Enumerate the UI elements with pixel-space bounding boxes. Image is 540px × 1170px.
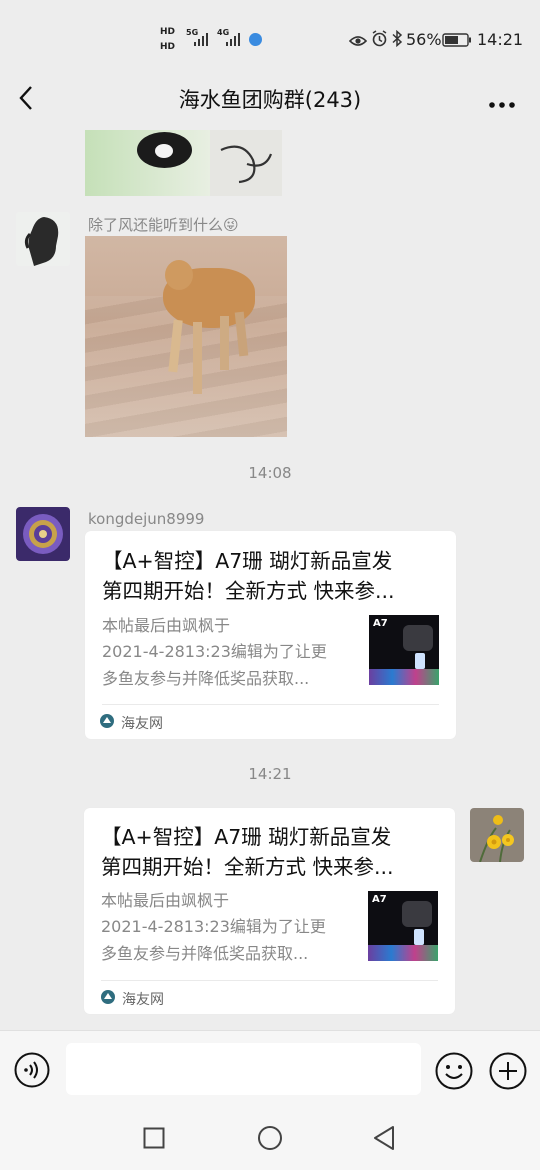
voice-icon [14, 1052, 50, 1088]
card-desc-line3: 多鱼友参与并降低奖品获取... [101, 944, 309, 963]
link-card[interactable]: 【A+智控】A7珊 瑚灯新品宣发 第四期开始！全新方式 快来参... 本帖最后由… [84, 808, 455, 1014]
sender-name: kongdejun8999 [88, 510, 205, 528]
card-title-line1: 【A+智控】A7珊 瑚灯新品宣发 [101, 825, 392, 849]
clock: 14:21 [477, 30, 524, 49]
image-caption: 除了风还能听到什么😜 [88, 216, 239, 234]
battery-percentage: 56% [406, 30, 442, 49]
card-desc-line2: 2021-4-2813:23编辑为了让更 [102, 642, 327, 661]
message-input[interactable] [66, 1043, 421, 1095]
app-notification-icon [249, 33, 262, 46]
dog-photo[interactable] [85, 236, 287, 437]
triangle-back-icon [374, 1126, 394, 1150]
chat-title: 海水鱼团购群(243) [178, 88, 362, 112]
system-back-button[interactable] [372, 1125, 396, 1151]
status-bar: HD HD 5G 4G 56% 14:21 [0, 0, 540, 78]
message-list: 除了风还能听到什么😜 14:08 kongdejun8999 【A+智控】A7珊… [0, 130, 540, 1030]
card-source: 海友网 [121, 716, 163, 732]
home-button[interactable] [257, 1125, 283, 1151]
emoji-icon [435, 1052, 473, 1090]
bluetooth-icon [391, 29, 403, 48]
voice-button[interactable] [14, 1052, 50, 1088]
more-button[interactable] [488, 94, 516, 108]
card-desc-line3: 多鱼友参与并降低奖品获取... [102, 669, 310, 688]
signal-icon-1 [194, 32, 208, 46]
card-title-line2: 第四期开始！全新方式 快来参... [101, 855, 394, 879]
more-dots-icon [489, 102, 515, 108]
card-thumbnail: A7 [369, 615, 439, 685]
link-card[interactable]: 【A+智控】A7珊 瑚灯新品宣发 第四期开始！全新方式 快来参... 本帖最后由… [85, 531, 456, 739]
plus-button[interactable] [489, 1052, 527, 1090]
hd-badge-2: HD [160, 42, 176, 52]
sender-avatar[interactable] [16, 212, 70, 266]
sender-avatar[interactable] [16, 507, 70, 561]
card-title-line1: 【A+智控】A7珊 瑚灯新品宣发 [102, 549, 393, 573]
card-desc-line2: 2021-4-2813:23编辑为了让更 [101, 917, 326, 936]
source-logo-icon [101, 989, 115, 1004]
my-avatar[interactable] [470, 808, 524, 862]
circle-icon [258, 1126, 282, 1150]
alarm-icon [371, 30, 388, 47]
signal-icon-2 [226, 32, 240, 46]
emoji-button[interactable] [435, 1052, 473, 1090]
card-title-line2: 第四期开始！全新方式 快来参... [102, 579, 395, 603]
card-desc-line1: 本帖最后由飒枫于 [102, 616, 231, 635]
eye-icon [348, 32, 368, 46]
timestamp: 14:08 [248, 464, 292, 482]
square-icon [143, 1127, 165, 1149]
card-source: 海友网 [122, 992, 164, 1008]
wink-emoji-icon: 😜 [223, 216, 239, 234]
card-desc-line1: 本帖最后由飒枫于 [101, 891, 230, 910]
hd-badge-1: HD [160, 27, 176, 37]
timestamp: 14:21 [248, 765, 292, 783]
plus-icon [489, 1052, 527, 1090]
recent-apps-button[interactable] [143, 1127, 165, 1149]
sticker-image[interactable] [85, 130, 282, 196]
card-thumbnail: A7 [368, 891, 438, 961]
source-logo-icon [100, 713, 114, 728]
battery-icon [442, 32, 472, 47]
